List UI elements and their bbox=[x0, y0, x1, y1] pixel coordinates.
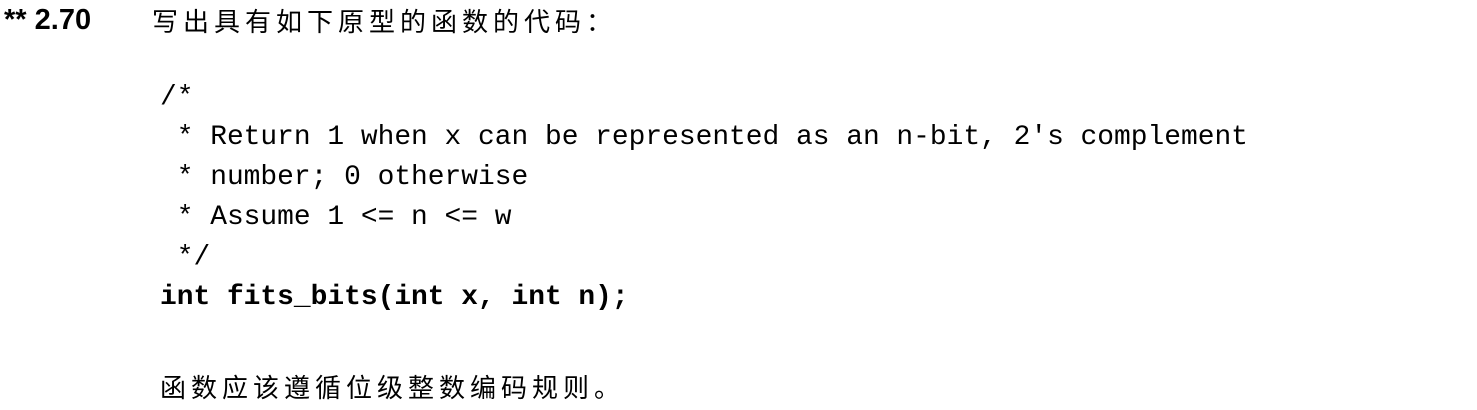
exercise-prompt: 写出具有如下原型的函数的代码： bbox=[152, 8, 618, 38]
code-line: * Assume 1 <= n <= w bbox=[160, 202, 512, 233]
code-line: */ bbox=[160, 242, 211, 273]
code-line: /* bbox=[160, 82, 194, 113]
exercise-header: ** 2.70 写出具有如下原型的函数的代码： bbox=[4, 2, 617, 39]
code-block: /* * Return 1 when x can be represented … bbox=[160, 78, 1248, 318]
code-line: * number; 0 otherwise bbox=[160, 162, 529, 193]
code-line: * Return 1 when x can be represented as … bbox=[160, 122, 1248, 153]
exercise-note: 函数应该遵循位级整数编码规则。 bbox=[160, 374, 626, 404]
exercise-number: ** 2.70 bbox=[4, 4, 92, 36]
function-prototype: int fits_bits(int x, int n); bbox=[160, 282, 629, 313]
